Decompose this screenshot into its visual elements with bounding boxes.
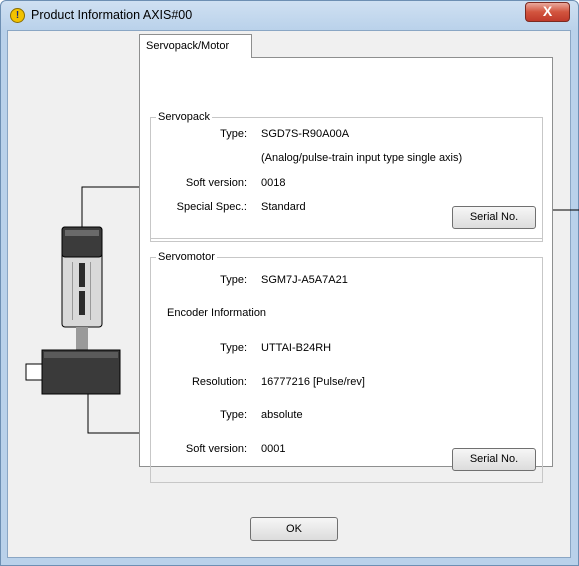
resolution-value: 16777216 [Pulse/rev] (261, 376, 365, 388)
tab-servopack-motor[interactable]: Servopack/Motor (139, 34, 252, 58)
absolute-type-value: absolute (261, 409, 303, 421)
servopack-legend: Servopack (156, 110, 212, 124)
servomotor-type-label: Type: (220, 274, 247, 286)
ok-button[interactable]: OK (250, 517, 338, 541)
encoder-type-label: Type: (220, 342, 247, 354)
servopack-soft-version-label: Soft version: (185, 177, 247, 189)
absolute-type-label: Type: (220, 409, 247, 421)
encoder-type-value: UTTAI-B24RH (261, 342, 332, 354)
servopack-type-label: Type: (220, 128, 247, 140)
servomotor-legend: Servomotor (156, 250, 217, 264)
servomotor-serial-no-button[interactable]: Serial No. (452, 448, 536, 471)
servopack-drive-icon (61, 226, 103, 328)
servopack-soft-version-value: 0018 (261, 177, 286, 189)
servopack-special-spec-label: Special Spec.: (176, 201, 247, 213)
encoder-information-heading: Encoder Information (167, 307, 267, 319)
servomotor-soft-version-label: Soft version: (185, 443, 247, 455)
servomotor-type-value: SGM7J-A5A7A21 (261, 274, 348, 286)
resolution-label: Resolution: (191, 376, 247, 388)
servopack-special-spec-value: Standard (261, 201, 306, 213)
servomotor-soft-version-value: 0001 (261, 443, 286, 455)
cable (76, 327, 88, 350)
servopack-type-value: SGD7S-R90A00A (261, 128, 350, 140)
servopack-serial-no-button[interactable]: Serial No. (452, 206, 536, 229)
servopack-type-description: (Analog/pulse-train input type single ax… (261, 152, 463, 164)
servomotor-icon (25, 349, 121, 395)
